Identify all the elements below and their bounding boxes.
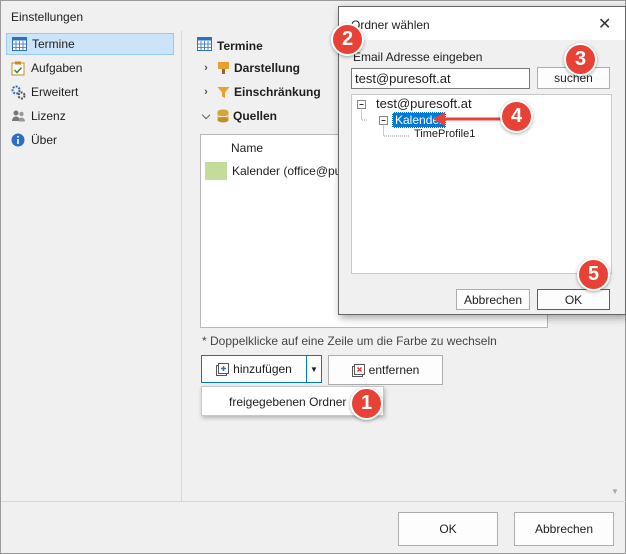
section-quellen[interactable]: ⌵ Quellen	[199, 109, 277, 123]
sidebar-item-aufgaben[interactable]: Aufgaben	[6, 57, 174, 79]
dialog-titlebar: Ordner wählen ✕	[339, 7, 625, 40]
tree-node-timeprofile[interactable]: TimeProfile1	[414, 128, 475, 140]
sidebar-item-label: Erweitert	[31, 85, 79, 99]
remove-source-icon	[351, 363, 366, 377]
scroll-down-icon[interactable]: ▼	[608, 487, 622, 499]
dialog-title: Ordner wählen	[351, 18, 430, 32]
remove-button-label: entfernen	[368, 363, 420, 377]
clipboard-check-icon	[10, 60, 26, 76]
footer-divider	[1, 501, 626, 502]
info-icon	[10, 132, 26, 148]
column-header-name: Name	[231, 141, 264, 155]
paint-icon	[217, 61, 230, 75]
window-title: Einstellungen	[11, 10, 84, 24]
chevron-right-icon: ›	[204, 62, 208, 74]
chevron-down-icon: ⌵	[201, 109, 211, 122]
filter-icon	[217, 86, 230, 99]
main-title: Termine	[197, 37, 263, 54]
sidebar-item-ueber[interactable]: Über	[6, 129, 174, 151]
hint-text: * Doppelklicke auf eine Zeile um die Far…	[202, 334, 497, 348]
email-input[interactable]: test@puresoft.at	[351, 68, 530, 89]
dialog-cancel-button[interactable]: Abbrechen	[456, 289, 530, 310]
section-darstellung[interactable]: › Darstellung	[199, 61, 300, 75]
sidebar-item-termine[interactable]: Termine	[6, 33, 174, 55]
users-icon	[10, 108, 26, 124]
remove-button[interactable]: entfernen	[328, 355, 443, 385]
add-source-icon	[216, 362, 230, 376]
calendar-icon	[11, 36, 27, 52]
sidebar-item-lizenz[interactable]: Lizenz	[6, 105, 174, 127]
sidebar-item-label: Aufgaben	[31, 61, 83, 75]
sidebar-item-label: Termine	[32, 37, 75, 51]
step-badge-4: 4	[500, 100, 533, 133]
step-badge-2: 2	[331, 23, 364, 56]
step-badge-1: 1	[350, 387, 383, 420]
section-einschraenkung[interactable]: › Einschränkung	[199, 85, 321, 99]
sidebar-item-label: Über	[31, 133, 58, 147]
email-label: Email Adresse eingeben	[353, 50, 483, 64]
row-name: Kalender (office@pu	[232, 164, 342, 178]
sidebar: Termine Aufgaben Erweitert Lizenz Über	[1, 31, 181, 501]
database-icon	[217, 109, 229, 123]
row-color-swatch[interactable]	[205, 162, 227, 180]
caret-down-icon: ▼	[310, 364, 318, 374]
sidebar-item-label: Lizenz	[31, 109, 66, 123]
menu-item-shared-folder[interactable]: freigegebenen Ordner	[229, 395, 346, 409]
sidebar-item-erweitert[interactable]: Erweitert	[6, 81, 174, 103]
dialog-ok-button[interactable]: OK	[537, 289, 610, 310]
close-icon[interactable]: ✕	[598, 14, 611, 34]
gears-icon	[10, 84, 26, 100]
cancel-button[interactable]: Abbrechen	[514, 512, 614, 546]
add-button-label: hinzufügen	[233, 362, 292, 376]
step-badge-3: 3	[564, 43, 597, 76]
add-dropdown-toggle[interactable]: ▼	[306, 355, 322, 383]
step-badge-5: 5	[577, 258, 610, 291]
add-button[interactable]: hinzufügen	[201, 355, 307, 383]
chevron-right-icon: ›	[204, 86, 208, 98]
ok-button[interactable]: OK	[398, 512, 498, 546]
settings-window: Einstellungen Termine Aufgaben Erweitert…	[0, 0, 626, 554]
calendar-icon	[197, 37, 212, 54]
annotation-arrow	[433, 112, 509, 126]
sidebar-divider	[181, 31, 182, 501]
